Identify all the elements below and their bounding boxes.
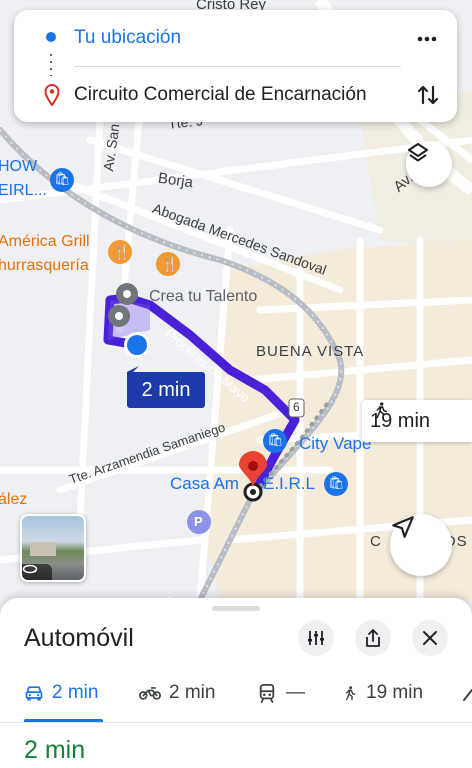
transit-icon: [259, 684, 275, 703]
place-label: HOW: [0, 158, 38, 175]
tab-transit[interactable]: —: [258, 682, 305, 704]
motorcycle-icon: [139, 687, 161, 700]
tab-motorcycle-label: 2 min: [169, 682, 216, 703]
place-label: hurrasquería: [0, 257, 89, 274]
street-view-badge: [22, 564, 52, 580]
field-divider: [74, 66, 401, 67]
walk-icon: [346, 686, 356, 701]
restaurant-icon: 🍴: [113, 244, 131, 260]
place-label: Casa Am: [170, 474, 239, 493]
place-label: Crea tu Talento: [149, 288, 258, 305]
selected-tab-indicator: [24, 719, 103, 722]
more-options-button[interactable]: [413, 26, 441, 52]
bottom-sheet: Automóvil 2 min 2 min — 19 min 2 min: [0, 598, 472, 768]
route-dots: [50, 54, 52, 76]
tab-car-label: 2 min: [52, 682, 99, 703]
tune-icon: [308, 631, 324, 645]
walk-icon: [376, 402, 387, 419]
route-shield: 6: [293, 400, 300, 414]
shopping-icon: 🛍: [267, 432, 284, 447]
close-button[interactable]: [412, 620, 448, 656]
tab-motorcycle[interactable]: 2 min: [139, 682, 215, 704]
share-button[interactable]: [355, 620, 391, 656]
share-icon: [366, 629, 380, 647]
restaurant-icon: 🍴: [161, 256, 179, 272]
origin-field[interactable]: Tu ubicación: [74, 27, 181, 49]
drag-handle[interactable]: [212, 606, 260, 611]
place-label: América Grill: [0, 233, 90, 250]
walk-time-chip[interactable]: 19 min: [362, 400, 472, 442]
route-time-text: 2 min: [141, 378, 191, 401]
destination-field[interactable]: Circuito Comercial de Encarnación: [74, 84, 367, 106]
tabs-divider: [0, 722, 472, 723]
tab-walk[interactable]: 19 min: [342, 682, 423, 704]
route-time-badge[interactable]: 2 min: [127, 366, 205, 408]
navigation-arrow-icon: [392, 516, 414, 538]
swap-button[interactable]: [413, 80, 443, 110]
layers-icon: [408, 143, 428, 162]
area-label: BUENA VISTA: [256, 343, 365, 360]
shopping-icon: 🛍: [328, 475, 345, 490]
rotate-360-icon: [22, 564, 38, 574]
place-label: ález: [0, 491, 28, 508]
area-label: C: [370, 533, 382, 550]
place-label: EIRL...: [0, 182, 47, 199]
car-icon: [25, 686, 43, 701]
swap-vertical-icon: [417, 85, 439, 105]
layers-button[interactable]: [406, 141, 452, 187]
street-view-thumbnail[interactable]: [20, 514, 86, 582]
eta-time: 2 min: [24, 736, 86, 764]
tab-car[interactable]: 2 min: [24, 682, 98, 704]
directions-card: Tu ubicación Circuito Comercial de Encar…: [14, 10, 457, 122]
place-label: City Vape: [299, 434, 372, 453]
recenter-button[interactable]: [390, 514, 452, 576]
more-modes-icon[interactable]: [462, 686, 472, 704]
badge-tail: [127, 366, 139, 378]
close-icon: [423, 631, 437, 645]
origin-dot-icon: [46, 32, 56, 42]
destination-pin-icon: [44, 84, 60, 106]
place-label: E.I.R.L: [263, 474, 315, 493]
shopping-icon: 🛍: [54, 171, 71, 186]
more-horizontal-icon: [417, 36, 437, 42]
tab-walk-label: 19 min: [366, 682, 424, 703]
street-view-building: [30, 542, 56, 556]
parking-marker: P: [194, 514, 203, 529]
options-button[interactable]: [298, 620, 334, 656]
tab-transit-label: —: [286, 682, 305, 703]
sheet-title: Automóvil: [24, 624, 134, 652]
